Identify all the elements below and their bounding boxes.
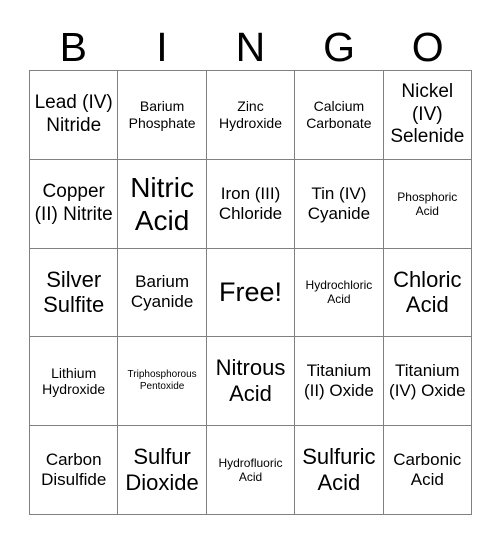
- bingo-cell-label: Zinc Hydroxide: [218, 98, 282, 131]
- bingo-cell-label: Hydrochloric Acid: [305, 278, 373, 307]
- bingo-cell-label: Lead (IV) Nitride: [34, 92, 113, 136]
- header-letter-i: I: [156, 24, 168, 70]
- bingo-cell-label: Barium Cyanide: [130, 272, 194, 312]
- header-letter-o: O: [411, 24, 444, 70]
- bingo-cell[interactable]: Barium Cyanide: [118, 248, 207, 338]
- bingo-cell-label: Barium Phosphate: [128, 98, 196, 131]
- bingo-cell-label: Copper (II) Nitrite: [34, 181, 113, 225]
- bingo-cell[interactable]: Lithium Hydroxide: [30, 337, 119, 427]
- bingo-cell[interactable]: Hydrofluoric Acid: [206, 426, 296, 515]
- bingo-cell-label: Triphosphorous Pentoxide: [127, 369, 197, 393]
- bingo-cell[interactable]: Barium Phosphate: [118, 71, 207, 160]
- header-letter-n: N: [235, 24, 266, 70]
- bingo-cell[interactable]: Nitric Acid: [118, 159, 207, 249]
- bingo-cell-label: Sulfur Dioxide: [125, 444, 199, 496]
- bingo-cell[interactable]: Tin (IV) Cyanide: [295, 159, 384, 249]
- bingo-cell-label: Chloric Acid: [393, 266, 462, 318]
- bingo-header: B I N G O: [29, 14, 472, 70]
- bingo-cell-label: Iron (III) Chloride: [218, 183, 283, 223]
- bingo-cell[interactable]: Silver Sulfite: [30, 248, 119, 338]
- bingo-cell[interactable]: Nitrous Acid: [206, 337, 296, 427]
- bingo-cell-label: Carbonic Acid: [393, 450, 462, 490]
- bingo-cell-label: Free!: [218, 276, 282, 307]
- bingo-cell[interactable]: Chloric Acid: [383, 248, 472, 338]
- bingo-cell-label: Lithium Hydroxide: [42, 364, 106, 398]
- bingo-cell-label: Nickel (IV) Selenide: [390, 81, 465, 148]
- bingo-cell-label: Hydrofluoric Acid: [218, 455, 283, 485]
- bingo-cell-label: Titanium (II) Oxide: [303, 361, 374, 401]
- bingo-cell[interactable]: Triphosphorous Pentoxide: [118, 337, 207, 427]
- bingo-cell-label: Calcium Carbonate: [306, 98, 372, 131]
- bingo-cell-label: Tin (IV) Cyanide: [307, 183, 371, 223]
- bingo-cell-free-space[interactable]: Free!: [206, 248, 296, 338]
- bingo-cell[interactable]: Phosphoric Acid: [383, 159, 472, 249]
- bingo-cell[interactable]: Nickel (IV) Selenide: [383, 71, 472, 160]
- bingo-cell[interactable]: Titanium (II) Oxide: [295, 337, 384, 427]
- bingo-cell[interactable]: Zinc Hydroxide: [206, 71, 296, 160]
- bingo-cell-label: Silver Sulfite: [43, 266, 105, 318]
- bingo-cell[interactable]: Iron (III) Chloride: [206, 159, 296, 249]
- bingo-cell-label: Phosphoric Acid: [397, 189, 458, 218]
- bingo-cell-label: Nitric Acid: [130, 171, 194, 236]
- bingo-cell[interactable]: Lead (IV) Nitride: [30, 71, 119, 160]
- bingo-cell[interactable]: Copper (II) Nitrite: [30, 159, 119, 249]
- bingo-cell-label: Titanium (IV) Oxide: [389, 361, 466, 401]
- bingo-cell[interactable]: Hydrochloric Acid: [295, 248, 384, 338]
- bingo-cell[interactable]: Sulfur Dioxide: [118, 426, 207, 515]
- bingo-cell-label: Sulfuric Acid: [302, 444, 376, 496]
- bingo-cell-label: Nitrous Acid: [215, 355, 286, 407]
- bingo-cell[interactable]: Sulfuric Acid: [295, 426, 384, 515]
- header-letter-b: B: [59, 24, 87, 70]
- header-letter-g: G: [323, 24, 356, 70]
- bingo-card: B I N G O Lead (IV) Nitride Barium Phosph…: [0, 0, 500, 544]
- bingo-cell[interactable]: Carbon Disulfide: [30, 426, 119, 515]
- bingo-cell[interactable]: Calcium Carbonate: [295, 71, 384, 160]
- bingo-cell[interactable]: Titanium (IV) Oxide: [383, 337, 472, 427]
- bingo-cell[interactable]: Carbonic Acid: [383, 426, 472, 515]
- bingo-cell-label: Carbon Disulfide: [41, 450, 107, 490]
- bingo-grid: Lead (IV) Nitride Barium Phosphate Zinc Hy…: [29, 70, 472, 515]
